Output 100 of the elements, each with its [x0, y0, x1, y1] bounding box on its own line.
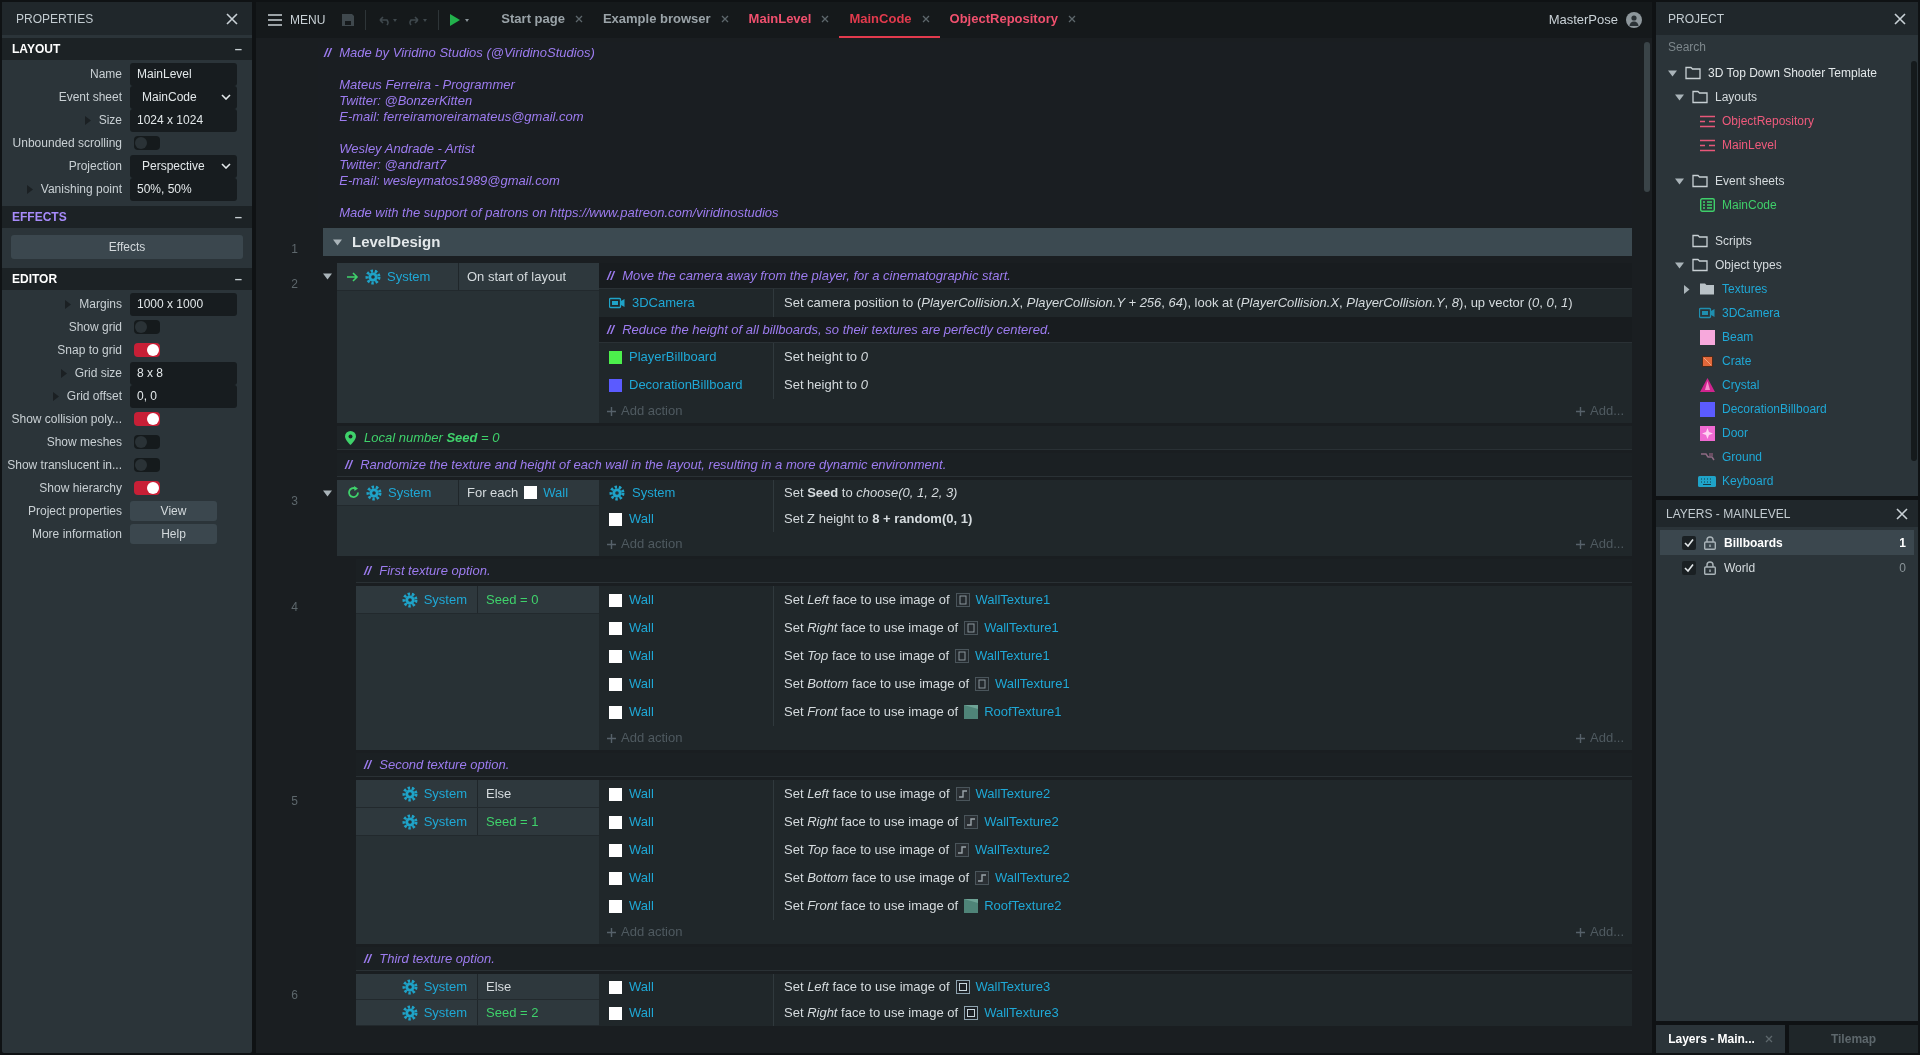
object-name[interactable]: Wall	[629, 674, 654, 694]
action-row[interactable]: Wall Set Bottom face to use image of WallTexture2	[599, 864, 1632, 892]
object-name[interactable]: System	[423, 1002, 467, 1023]
action-row[interactable]: Wall Set Front face to use image of RoofTexture2	[599, 892, 1632, 920]
tree-item[interactable]: Crystal	[1656, 373, 1910, 397]
toggle-switch[interactable]	[134, 320, 160, 334]
checkmark-icon[interactable]	[1682, 560, 1696, 575]
action-row[interactable]: PlayerBillboard Set height to 0	[599, 343, 1632, 371]
action-text[interactable]: Set Z height to 8 + random(0, 1)	[784, 509, 973, 529]
collapse-toggle[interactable]: –	[234, 207, 242, 227]
action-text[interactable]: Set Top face to use image of	[784, 840, 950, 860]
toggle-switch[interactable]	[134, 343, 160, 357]
object-name[interactable]: System	[423, 811, 467, 832]
variable-row[interactable]: Local number Seed = 0	[337, 426, 1632, 450]
image-name[interactable]: WallTexture3	[984, 1003, 1059, 1023]
action-text[interactable]: Set Seed to choose(0, 1, 2, 3)	[784, 483, 958, 503]
object-name[interactable]: Wall	[629, 868, 654, 888]
image-name[interactable]: WallTexture1	[975, 590, 1051, 610]
object-name[interactable]: Wall	[629, 509, 654, 529]
object-name[interactable]: Wall	[543, 482, 569, 503]
scrollbar-thumb[interactable]	[1644, 42, 1650, 192]
action-row[interactable]: Wall Set Top face to use image of WallTexture2	[599, 836, 1632, 864]
image-name[interactable]: WallTexture1	[975, 646, 1050, 666]
panel-tab[interactable]: Layers - Main...	[1656, 1025, 1785, 1053]
object-name[interactable]: Wall	[629, 812, 654, 832]
condition-row[interactable]: System Seed = 0	[356, 586, 599, 614]
image-name[interactable]: WallTexture1	[984, 618, 1059, 638]
user-name[interactable]: MasterPose	[1548, 10, 1618, 30]
tree-item[interactable]: MainCode	[1656, 193, 1910, 217]
collapse-toggle[interactable]: –	[234, 269, 242, 289]
tree-item[interactable]: Ground	[1656, 445, 1910, 469]
object-name[interactable]: PlayerBillboard	[629, 347, 717, 367]
editor-tab[interactable]: Start page	[491, 2, 593, 38]
lock-icon[interactable]	[1704, 560, 1716, 575]
tree-item[interactable]: ObjectRepository	[1656, 109, 1910, 133]
section-header[interactable]: LAYOUT –	[2, 38, 252, 60]
menu-button[interactable]: MENU	[266, 7, 328, 33]
section-header[interactable]: EFFECTS –	[2, 206, 252, 228]
dropdown[interactable]: Perspective	[130, 154, 237, 178]
toggle-switch[interactable]	[134, 458, 160, 472]
text-field[interactable]: 0, 0	[130, 384, 237, 408]
text-field[interactable]: 50%, 50%	[130, 177, 237, 201]
action-text[interactable]: Set Bottom face to use image of	[784, 674, 969, 694]
condition-row[interactable]: System For each Wall	[337, 480, 599, 506]
object-name[interactable]: Wall	[629, 840, 654, 860]
variable-text[interactable]: Local number Seed = 0	[364, 427, 500, 448]
object-name[interactable]: System	[632, 483, 676, 503]
tree-item[interactable]: Crate	[1656, 349, 1910, 373]
image-name[interactable]: WallTexture2	[975, 840, 1050, 860]
action-text[interactable]: Set Front face to use image of	[784, 896, 959, 916]
image-name[interactable]: WallTexture3	[975, 977, 1051, 997]
object-name[interactable]: DecorationBillboard	[629, 375, 743, 395]
object-name[interactable]: System	[423, 589, 467, 610]
action-row[interactable]: Wall Set Left face to use image of WallTexture2	[599, 780, 1632, 808]
tree-item[interactable]: Scripts	[1656, 229, 1910, 253]
toggle-switch[interactable]	[134, 412, 160, 426]
action-row[interactable]: DecorationBillboard Set height to 0	[599, 371, 1632, 399]
action-row[interactable]: Wall Set Right face to use image of WallTexture1	[599, 614, 1632, 642]
toggle-switch[interactable]	[134, 136, 160, 150]
group-header[interactable]: LevelDesign	[323, 228, 1632, 256]
action-text[interactable]: Set Right face to use image of	[784, 1003, 959, 1023]
editor-tab[interactable]: ObjectRepository	[939, 2, 1086, 38]
toggle-switch[interactable]	[134, 435, 160, 449]
object-name[interactable]: Wall	[629, 646, 654, 666]
tree-item[interactable]: Beam	[1656, 325, 1910, 349]
object-name[interactable]: Wall	[629, 702, 654, 722]
tree-item[interactable]: DecorationBillboard	[1656, 397, 1910, 421]
tree-item[interactable]: Event sheets	[1656, 169, 1910, 193]
collapse-arrow-icon[interactable]	[1675, 260, 1684, 270]
dropdown[interactable]: MainCode	[130, 85, 237, 109]
action-row[interactable]: Wall Set Front face to use image of RoofTexture1	[599, 698, 1632, 726]
condition-row[interactable]: System Else	[356, 974, 599, 1000]
image-name[interactable]: WallTexture2	[995, 868, 1070, 888]
text-field[interactable]: 1024 x 1024	[130, 108, 237, 132]
object-name[interactable]: Wall	[629, 784, 654, 804]
action-text[interactable]: Set Left face to use image of	[784, 590, 950, 610]
action-text[interactable]: Set Left face to use image of	[784, 977, 950, 997]
layer-row[interactable]: World 0	[1660, 555, 1914, 580]
checkmark-icon[interactable]	[1682, 535, 1696, 550]
condition-text[interactable]: Seed = 0	[486, 589, 539, 610]
action-text[interactable]: Set Right face to use image of	[784, 812, 959, 832]
condition-text[interactable]: Else	[486, 976, 512, 997]
tree-item[interactable]: Textures	[1656, 277, 1910, 301]
avatar-icon[interactable]	[1626, 12, 1642, 28]
toggle-switch[interactable]	[134, 481, 160, 495]
image-name[interactable]: WallTexture1	[995, 674, 1070, 694]
action-row[interactable]: Wall Set Left face to use image of WallTexture3	[599, 974, 1632, 1000]
collapse-arrow-icon[interactable]	[323, 272, 332, 281]
scrollbar-thumb[interactable]	[1911, 61, 1917, 461]
property-button[interactable]: Help	[130, 524, 217, 544]
object-name[interactable]: Wall	[629, 590, 654, 610]
editor-tab[interactable]: MainLevel	[738, 2, 840, 38]
condition-text[interactable]: Seed = 2	[486, 1002, 539, 1023]
action-text[interactable]: Set Right face to use image of	[784, 618, 959, 638]
collapse-arrow-icon[interactable]	[1675, 92, 1684, 102]
tree-item[interactable]: 3DCamera	[1656, 301, 1910, 325]
image-name[interactable]: RoofTexture1	[984, 702, 1062, 722]
condition-text[interactable]: On start of layout	[467, 266, 566, 287]
collapse-arrow-icon[interactable]	[323, 489, 332, 498]
effects-button[interactable]: Effects	[11, 235, 243, 259]
